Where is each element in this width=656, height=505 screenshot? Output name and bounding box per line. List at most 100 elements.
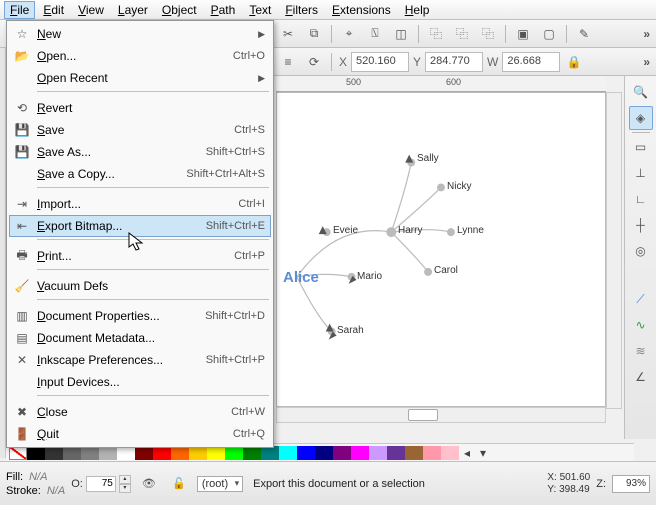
snap-cusp-button[interactable]: ∠ bbox=[629, 365, 653, 389]
menuitem-print[interactable]: 🖶Print...Ctrl+P bbox=[9, 245, 271, 267]
menuitem-vacuum-defs[interactable]: 🧹 Vacuum Defs bbox=[9, 275, 271, 297]
copy-button[interactable]: ⧉ bbox=[302, 22, 326, 46]
menu-item-label: Open... bbox=[37, 49, 233, 63]
vertical-scrollbar[interactable] bbox=[606, 92, 622, 409]
opacity-spinner[interactable]: ▴▾ bbox=[119, 475, 131, 493]
menu-item-label: Export Bitmap... bbox=[37, 219, 206, 233]
zoom-page-button[interactable]: ⍂ bbox=[363, 22, 387, 46]
zoom-selection-button[interactable]: ◫ bbox=[389, 22, 413, 46]
layer-lock-icon[interactable]: 🔓 bbox=[167, 472, 191, 496]
x-input[interactable]: 520.160 bbox=[351, 52, 409, 72]
snap-intersect-button[interactable]: ≋ bbox=[629, 339, 653, 363]
menuitem-import[interactable]: ⇥Import...Ctrl+I bbox=[9, 193, 271, 215]
snap-bbox-button[interactable]: ▭ bbox=[629, 135, 653, 159]
menu-item-icon: 💾 bbox=[13, 122, 31, 138]
duplicate-button[interactable]: ⿻ bbox=[424, 22, 448, 46]
menuitem-quit[interactable]: 🚪QuitCtrl+Q bbox=[9, 423, 271, 445]
w-input[interactable]: 26.668 bbox=[502, 52, 560, 72]
snap-midpoint-button[interactable]: ┼ bbox=[629, 213, 653, 237]
select-all-layers-button[interactable]: ≡ bbox=[276, 50, 300, 74]
swatch[interactable] bbox=[369, 446, 387, 460]
menu-text[interactable]: Text bbox=[243, 1, 277, 19]
swatch[interactable] bbox=[405, 446, 423, 460]
menuitem-save-a-copy[interactable]: Save a Copy...Shift+Ctrl+Alt+S bbox=[9, 163, 271, 185]
opacity-control[interactable]: O: ▴▾ bbox=[71, 475, 131, 493]
layer-selector[interactable]: (root) bbox=[197, 476, 243, 492]
palette-menu[interactable]: ▾ bbox=[475, 446, 491, 460]
menu-item-label: Revert bbox=[37, 101, 265, 115]
menubar: File Edit View Layer Object Path Text Fi… bbox=[0, 0, 656, 20]
file-menu-dropdown: ☆New▶📂Open...Ctrl+OOpen Recent▶⟲Revert💾S… bbox=[6, 20, 274, 448]
snap-node-button[interactable]: ⟋ bbox=[629, 287, 653, 311]
menuitem-document-metadata[interactable]: ▤Document Metadata... bbox=[9, 327, 271, 349]
fill-stroke-indicator[interactable]: Fill:N/A Stroke:N/A bbox=[6, 471, 65, 497]
node-eveie: Eveie bbox=[333, 225, 358, 236]
snap-edge-button[interactable]: ⊥ bbox=[629, 161, 653, 185]
menu-view[interactable]: View bbox=[72, 1, 110, 19]
opacity-input[interactable] bbox=[86, 476, 116, 492]
menu-layer[interactable]: Layer bbox=[112, 1, 154, 19]
snap-path-button[interactable]: ∿ bbox=[629, 313, 653, 337]
menuitem-input-devices[interactable]: Input Devices... bbox=[9, 371, 271, 393]
menuitem-close[interactable]: ✖CloseCtrl+W bbox=[9, 401, 271, 423]
menu-object[interactable]: Object bbox=[156, 1, 203, 19]
menuitem-document-properties[interactable]: ▥Document Properties...Shift+Ctrl+D bbox=[9, 305, 271, 327]
menu-edit[interactable]: Edit bbox=[37, 1, 70, 19]
swatch[interactable] bbox=[315, 446, 333, 460]
menu-path[interactable]: Path bbox=[205, 1, 242, 19]
menu-filters[interactable]: Filters bbox=[279, 1, 324, 19]
menuitem-export-bitmap[interactable]: ⇤Export Bitmap...Shift+Ctrl+E bbox=[9, 215, 271, 237]
menu-extensions[interactable]: Extensions bbox=[326, 1, 397, 19]
snap-enable-button[interactable]: ◈ bbox=[629, 106, 653, 130]
group-button[interactable]: ▣ bbox=[511, 22, 535, 46]
canvas[interactable]: Alice Harry Eveie Mario Sarah Sally Nick… bbox=[276, 92, 606, 407]
menuitem-new[interactable]: ☆New▶ bbox=[9, 23, 271, 45]
swatch[interactable] bbox=[279, 446, 297, 460]
swatch[interactable] bbox=[423, 446, 441, 460]
menuitem-open-recent[interactable]: Open Recent▶ bbox=[9, 67, 271, 89]
menu-item-accelerator: Shift+Ctrl+Alt+S bbox=[186, 168, 265, 180]
swatch[interactable] bbox=[351, 446, 369, 460]
lock-aspect-button[interactable]: 🔒 bbox=[562, 50, 586, 74]
menu-help[interactable]: Help bbox=[399, 1, 436, 19]
cut-button[interactable]: ✂ bbox=[276, 22, 300, 46]
unlink-button[interactable]: ⿻ bbox=[476, 22, 500, 46]
menu-item-icon: 📂 bbox=[13, 48, 31, 64]
swatch[interactable] bbox=[297, 446, 315, 460]
zoom-input[interactable]: 93% bbox=[612, 475, 650, 493]
palette-scroll-left[interactable]: ◂ bbox=[459, 446, 475, 460]
menu-item-label: Document Properties... bbox=[37, 309, 205, 323]
horizontal-scrollbar[interactable] bbox=[276, 407, 606, 423]
snap-center-button[interactable]: ◎ bbox=[629, 239, 653, 263]
menuitem-revert[interactable]: ⟲Revert bbox=[9, 97, 271, 119]
swatch[interactable] bbox=[441, 446, 459, 460]
menuitem-save-as[interactable]: 💾Save As...Shift+Ctrl+S bbox=[9, 141, 271, 163]
menu-item-icon: ☆ bbox=[13, 26, 31, 42]
toolbar-overflow-2[interactable]: » bbox=[643, 55, 650, 69]
menu-item-label: Vacuum Defs bbox=[37, 279, 265, 293]
menu-item-accelerator: Ctrl+O bbox=[233, 50, 265, 62]
menu-item-label: Document Metadata... bbox=[37, 331, 265, 345]
clone-button[interactable]: ⿻ bbox=[450, 22, 474, 46]
y-input[interactable]: 284.770 bbox=[425, 52, 483, 72]
menuitem-inkscape-preferences[interactable]: ✕Inkscape Preferences...Shift+Ctrl+P bbox=[9, 349, 271, 371]
menu-file[interactable]: File bbox=[4, 1, 35, 19]
swatch[interactable] bbox=[387, 446, 405, 460]
swatch[interactable] bbox=[333, 446, 351, 460]
layer-visibility-icon[interactable]: 👁 bbox=[137, 472, 161, 496]
menu-item-accelerator: Ctrl+P bbox=[234, 250, 265, 262]
fill-stroke-button[interactable]: ✎ bbox=[572, 22, 596, 46]
ungroup-button[interactable]: ▢ bbox=[537, 22, 561, 46]
menu-item-icon: ⇥ bbox=[13, 196, 31, 212]
toolbar-overflow[interactable]: » bbox=[643, 27, 650, 41]
zoom-tool-icon[interactable]: 🔍 bbox=[629, 80, 653, 104]
node-alice: Alice bbox=[283, 269, 319, 286]
zoom-drawing-button[interactable]: ⌖ bbox=[337, 22, 361, 46]
snap-corner-button[interactable]: ∟ bbox=[629, 187, 653, 211]
rotate-button[interactable]: ⟳ bbox=[302, 50, 326, 74]
menuitem-open[interactable]: 📂 Open...Ctrl+O bbox=[9, 45, 271, 67]
menu-item-icon: 🧹 bbox=[13, 278, 31, 294]
menu-item-icon: ▥ bbox=[13, 308, 31, 324]
menu-item-accelerator: Shift+Ctrl+S bbox=[206, 146, 265, 158]
menuitem-save[interactable]: 💾SaveCtrl+S bbox=[9, 119, 271, 141]
